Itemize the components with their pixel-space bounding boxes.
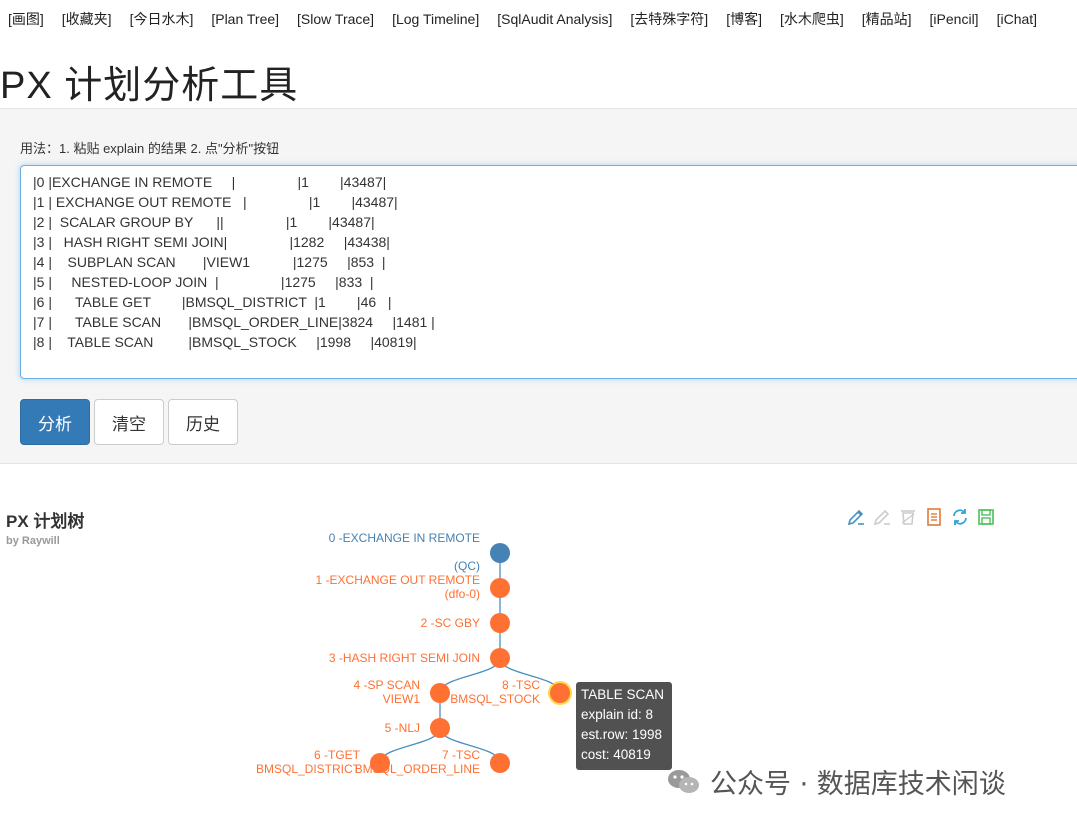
- tree-node-circle[interactable]: [490, 543, 510, 563]
- document-icon[interactable]: [923, 506, 945, 528]
- watermark-text: 公众号 · 数据库技术闲谈: [710, 769, 1006, 800]
- nav-link-11[interactable]: [iPencil]: [921, 11, 988, 27]
- tree-node-label: 2 -SC GBY: [421, 616, 480, 630]
- tree-node-sublabel: BMSQL_ORDER_LINE: [355, 762, 480, 776]
- analyze-button[interactable]: 分析: [20, 399, 90, 445]
- history-button[interactable]: 历史: [168, 399, 238, 445]
- pencil-icon[interactable]: [845, 506, 867, 528]
- tree-node-label: 3 -HASH RIGHT SEMI JOIN: [329, 651, 480, 665]
- node-tooltip: TABLE SCAN explain id: 8 est.row: 1998 c…: [576, 682, 672, 770]
- tree-node-5[interactable]: 5 -NLJ: [385, 718, 450, 738]
- tree-node-8[interactable]: 8 -TSCBMSQL_STOCK: [450, 678, 572, 706]
- tree-node-circle[interactable]: [490, 648, 510, 668]
- chart-toolbox: [845, 506, 997, 528]
- tree-node-label: 6 -TGET: [314, 748, 361, 762]
- tree-node-label: 7 -TSC: [442, 748, 480, 762]
- tree-node-circle[interactable]: [430, 683, 450, 703]
- tree-node-circle[interactable]: [550, 683, 570, 703]
- tree-node-7[interactable]: 7 -TSCBMSQL_ORDER_LINE: [355, 748, 510, 776]
- watermark: 公众号 · 数据库技术闲谈: [666, 762, 1006, 801]
- pencil-off-icon[interactable]: [871, 506, 893, 528]
- plan-textarea[interactable]: |0 |EXCHANGE IN REMOTE | |1 |43487| |1 |…: [20, 165, 1077, 379]
- tree-node-label: 0 -EXCHANGE IN REMOTE: [329, 531, 480, 545]
- tree-node-circle[interactable]: [490, 753, 510, 773]
- tree-node-label: 5 -NLJ: [385, 721, 420, 735]
- tree-node-1[interactable]: 1 -EXCHANGE OUT REMOTE(dfo-0): [316, 573, 510, 601]
- tree-node-4[interactable]: 4 -SP SCANVIEW1: [354, 678, 450, 706]
- nav-link-0[interactable]: [画图]: [0, 9, 53, 29]
- tree-node-sublabel: (QC): [454, 559, 480, 573]
- nav-link-2[interactable]: [今日水木]: [121, 9, 203, 29]
- nav-link-1[interactable]: [收藏夹]: [53, 9, 121, 29]
- tree-node-label: 1 -EXCHANGE OUT REMOTE: [316, 573, 480, 587]
- nav-link-6[interactable]: [SqlAudit Analysis]: [488, 11, 621, 27]
- tree-node-sublabel: BMSQL_DISTRICT: [256, 762, 361, 776]
- nav-link-9[interactable]: [水木爬虫]: [771, 9, 853, 29]
- input-panel: 用法：1. 粘贴 explain 的结果 2. 点"分析"按钮 |0 |EXCH…: [0, 108, 1077, 464]
- tree-node-label: 8 -TSC: [502, 678, 540, 692]
- tree-node-circle[interactable]: [490, 613, 510, 633]
- tree-node-sublabel: VIEW1: [383, 692, 421, 706]
- tree-node-2[interactable]: 2 -SC GBY: [421, 613, 510, 633]
- nav-link-8[interactable]: [博客]: [717, 9, 771, 29]
- clear-button[interactable]: 清空: [94, 399, 164, 445]
- page-title: PX 计划分析工具: [0, 65, 299, 107]
- tree-node-sublabel: BMSQL_STOCK: [450, 692, 540, 706]
- tooltip-est-row: est.row: 1998: [581, 727, 663, 742]
- nav-link-3[interactable]: [Plan Tree]: [202, 11, 288, 27]
- nav-link-10[interactable]: [精品站]: [853, 9, 921, 29]
- tree-node-label: 4 -SP SCAN: [354, 678, 420, 692]
- usage-text: 用法：1. 粘贴 explain 的结果 2. 点"分析"按钮: [20, 141, 280, 156]
- tooltip-title: TABLE SCAN: [581, 687, 665, 702]
- wechat-icon: [668, 769, 699, 793]
- refresh-icon[interactable]: [949, 506, 971, 528]
- nav-link-5[interactable]: [Log Timeline]: [383, 11, 488, 27]
- top-nav: [画图] [收藏夹] [今日水木] [Plan Tree] [Slow Trace] [L…: [0, 0, 1077, 38]
- nav-link-7[interactable]: [去特殊字符]: [621, 9, 717, 29]
- tree-node-sublabel: (dfo-0): [445, 587, 480, 601]
- nav-link-12[interactable]: [iChat]: [988, 11, 1046, 27]
- nav-link-4[interactable]: [Slow Trace]: [288, 11, 383, 27]
- save-icon[interactable]: [975, 506, 997, 528]
- tree-node-circle[interactable]: [490, 578, 510, 598]
- tree-node-circle[interactable]: [430, 718, 450, 738]
- eraser-icon[interactable]: [897, 506, 919, 528]
- tooltip-explain-id: explain id: 8: [581, 707, 654, 722]
- tooltip-cost: cost: 40819: [581, 747, 651, 762]
- tree-node-0[interactable]: 0 -EXCHANGE IN REMOTE (QC): [329, 531, 510, 573]
- tree-node-3[interactable]: 3 -HASH RIGHT SEMI JOIN: [329, 648, 510, 668]
